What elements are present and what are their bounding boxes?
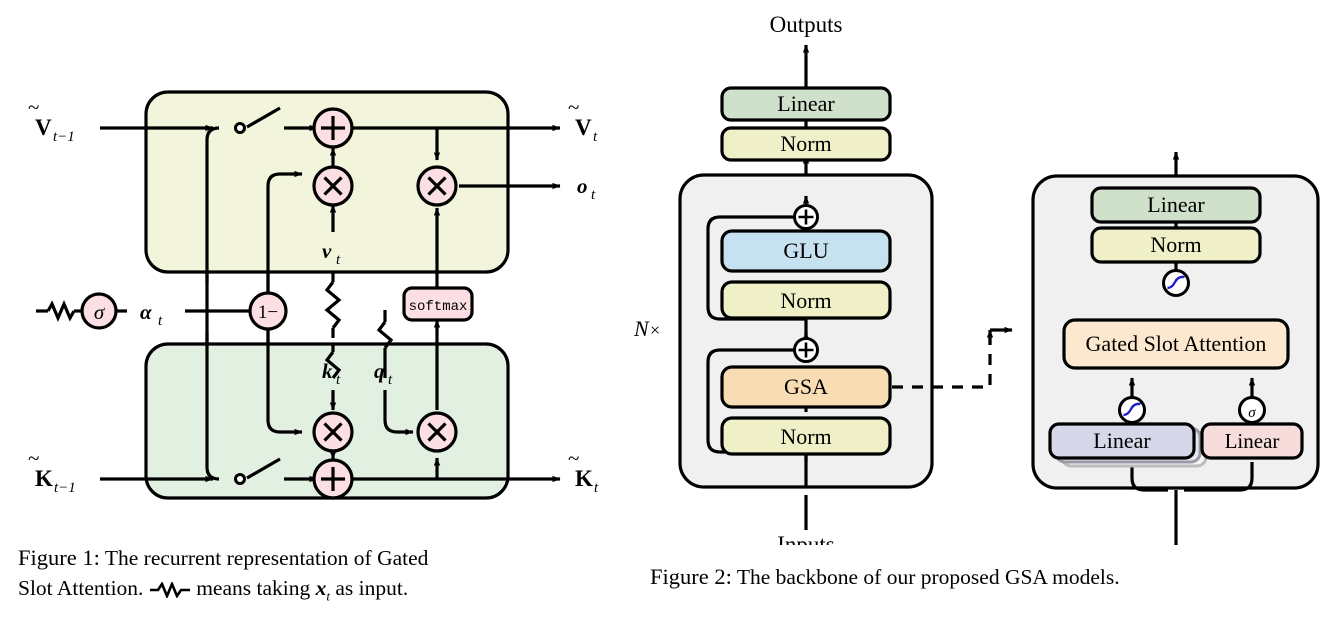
one-minus-label: 1− (258, 302, 278, 323)
figure-1-caption-math-x-sub: t (326, 588, 330, 604)
residual-add-bottom (793, 337, 819, 363)
figure-1-caption: Figure 1: The recurrent representation o… (18, 543, 618, 611)
svg-text:~: ~ (568, 446, 579, 470)
block-linear-top-label: Linear (777, 91, 835, 116)
block-norm-top[interactable]: Norm (720, 126, 892, 162)
swish-icon-top (1162, 269, 1190, 297)
svg-text:t−1: t−1 (54, 480, 76, 496)
block-gsa[interactable]: GSA (720, 365, 892, 409)
svg-text:α: α (140, 300, 152, 324)
detail-block-norm[interactable]: Norm (1090, 226, 1262, 264)
plus-node-key (312, 458, 354, 500)
svg-text:~: ~ (28, 95, 39, 119)
block-norm-gsa[interactable]: Norm (720, 416, 892, 456)
label-k-prev: K ~ t−1 (28, 446, 76, 496)
block-norm-gsa-label: Norm (780, 424, 831, 449)
figure-page: σ 1− softmax V ~ t−1 V ~ t o t K ~ t−1 K… (0, 0, 1342, 638)
label-v-out: V ~ t (568, 95, 598, 145)
label-alpha: α t (140, 300, 163, 329)
detail-block-norm-label: Norm (1150, 232, 1201, 257)
sigmoid-label: σ (1248, 405, 1256, 421)
times-node-key-left (312, 411, 354, 453)
figure-1-caption-line1: The recurrent representation of Gated (104, 546, 429, 570)
sigma-label: σ (94, 300, 106, 324)
block-glu-label: GLU (783, 238, 828, 263)
block-norm-top-label: Norm (780, 131, 831, 156)
svg-text:t: t (594, 480, 599, 496)
svg-text:k: k (322, 359, 333, 383)
block-linear-top[interactable]: Linear (720, 86, 892, 122)
figure-2-caption: Figure 2: The backbone of our proposed G… (650, 562, 1340, 592)
times-node-value-left (312, 165, 354, 207)
sigma-node: σ (80, 292, 118, 330)
detail-block-gated-slot-attention[interactable]: Gated Slot Attention (1062, 318, 1290, 370)
detail-block-linear-top[interactable]: Linear (1090, 186, 1262, 224)
svg-text:t: t (158, 313, 163, 329)
times-node-query (416, 411, 458, 453)
svg-text:×: × (650, 320, 660, 340)
label-v-prev: V ~ t−1 (28, 95, 75, 145)
detail-block-gsa-label: Gated Slot Attention (1086, 331, 1267, 356)
block-gsa-label: GSA (784, 374, 828, 399)
label-k-out: K ~ t (568, 446, 599, 496)
swish-icon-bottom (1118, 396, 1146, 424)
svg-text:v: v (322, 239, 332, 263)
softmax-node: softmax (402, 286, 474, 322)
inputs-label: Inputs (777, 532, 835, 545)
figure-1-caption-line2b: means taking (196, 576, 311, 600)
block-glu[interactable]: GLU (720, 229, 892, 273)
block-norm-glu[interactable]: Norm (720, 280, 892, 320)
figure-1-caption-line2c: as input. (335, 576, 409, 600)
detail-block-linear-qkv[interactable]: Linear (1048, 422, 1196, 460)
figure-2-caption-label: Figure 2: (650, 564, 732, 589)
detail-block-linear-gate-label: Linear (1225, 429, 1280, 453)
figure-1-caption-label: Figure 1: (18, 545, 100, 570)
detail-block-linear-top-label: Linear (1147, 192, 1205, 217)
switch-pivot-value (234, 122, 246, 134)
figure-1-caption-math-x: x (315, 576, 327, 600)
label-o-out: o t (577, 174, 596, 203)
block-norm-glu-label: Norm (780, 288, 831, 313)
svg-text:q: q (374, 359, 385, 383)
switch-pivot-key (234, 473, 246, 485)
repeat-count-label: N × (633, 316, 660, 341)
svg-text:N: N (633, 316, 650, 341)
figure-2-caption-text: The backbone of our proposed GSA models. (736, 565, 1120, 589)
detail-block-linear-qkv-label: Linear (1093, 428, 1151, 453)
svg-text:t−1: t−1 (53, 129, 75, 145)
detail-block-linear-gate[interactable]: Linear (1200, 422, 1304, 460)
squiggle-icon (149, 582, 191, 599)
outputs-label: Outputs (770, 12, 843, 37)
residual-add-top (793, 204, 819, 230)
svg-text:o: o (577, 174, 588, 198)
svg-text:~: ~ (28, 446, 39, 470)
svg-text:~: ~ (568, 95, 579, 119)
one-minus-node: 1− (248, 291, 288, 331)
figure-1-caption-line2a: Slot Attention. (18, 576, 144, 600)
svg-text:t: t (591, 187, 596, 203)
plus-node-value (312, 107, 354, 149)
svg-text:t: t (593, 129, 598, 145)
softmax-label: softmax (409, 299, 468, 315)
figure-2-diagram: Linear Norm GLU Norm GSA Norm Outputs In… (620, 0, 1342, 545)
sigmoid-icon: σ (1238, 396, 1266, 424)
times-node-output (416, 165, 458, 207)
figure-1-diagram: σ 1− softmax V ~ t−1 V ~ t o t K ~ t−1 K… (0, 0, 660, 530)
